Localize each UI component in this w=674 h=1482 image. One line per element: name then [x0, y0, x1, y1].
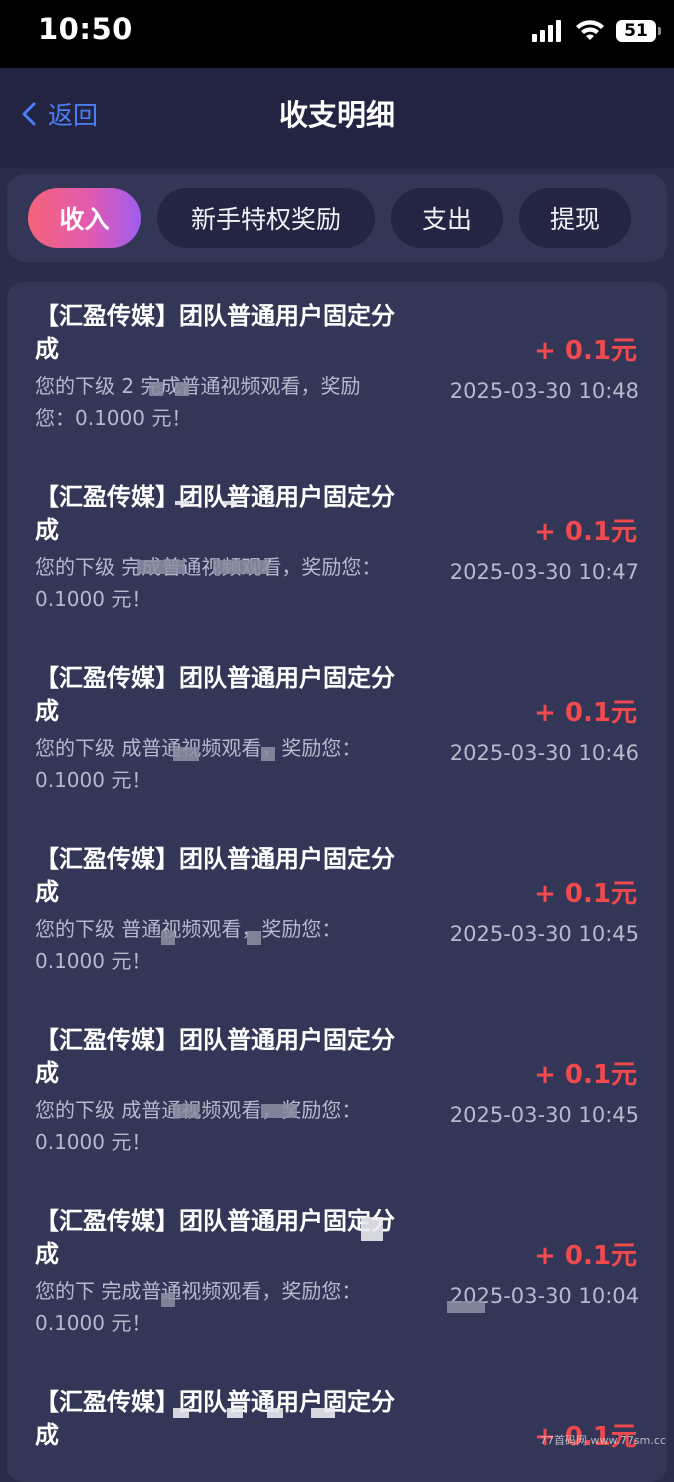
record-description: 您的下级 2 完成普通视频观看，奖励您：0.1000 元！ [35, 370, 395, 434]
list-item[interactable]: 【汇盈传媒】团队普通用户固定分成 您的下 完成普通视频观看，奖励您：0.1000… [7, 1187, 667, 1368]
record-title: 【汇盈传媒】团队普通用户固定分成 [35, 1205, 395, 1271]
record-time: 2025-03-30 10:46 [450, 741, 639, 765]
status-bar: 10:50 51 [0, 0, 674, 68]
privacy-mask [175, 382, 189, 396]
privacy-mask [361, 1217, 383, 1241]
list-item[interactable]: 【汇盈传媒】团队普通用户固定分成 您的下级 普通视频观看，奖励您：0.1000 … [7, 825, 667, 1006]
privacy-mask [447, 1301, 485, 1313]
record-list: 【汇盈传媒】团队普通用户固定分成 您的下级 2 完成普通视频观看，奖励您：0.1… [7, 282, 667, 1482]
privacy-mask [261, 747, 275, 761]
privacy-mask [223, 501, 237, 505]
list-item[interactable]: 【汇盈传媒】团队普通用户固定分成 您的下级 完成普通视频观看，奖励您：0.100… [7, 463, 667, 644]
nav-bar: 返回 收支明细 [0, 68, 674, 168]
list-item[interactable]: 【汇盈传媒】团队普通用户固定分成 您的下级 2 完成普通视频观看，奖励您：0.1… [7, 282, 667, 463]
record-time: 2025-03-30 10:47 [450, 560, 639, 584]
record-amount: + 0.1元 [534, 1235, 637, 1272]
record-title: 【汇盈传媒】团队普通用户固定分成 [35, 481, 395, 547]
record-time: 2025-03-30 10:45 [450, 922, 639, 946]
privacy-mask [227, 1408, 243, 1418]
page-title: 收支明细 [0, 92, 674, 134]
record-amount: + 0.1元 [534, 511, 637, 548]
record-amount: + 0.1元 [534, 692, 637, 729]
privacy-mask [161, 931, 175, 945]
record-title: 【汇盈传媒】团队普通用户固定分成 [35, 843, 395, 909]
battery-icon: 51 [616, 20, 656, 42]
record-title: 【汇盈传媒】团队普通用户固定分成 [35, 1024, 395, 1090]
tab-income[interactable]: 收入 [28, 188, 141, 248]
tab-withdraw[interactable]: 提现 [519, 188, 631, 248]
list-item[interactable]: 【汇盈传媒】团队普通用户固定分成 + 0.1元 [7, 1368, 667, 1482]
privacy-mask [175, 501, 189, 505]
watermark: 77首码网 www.77sm.cc [540, 1432, 666, 1448]
privacy-mask [173, 1408, 189, 1418]
privacy-mask [173, 1104, 199, 1118]
wifi-icon [576, 20, 604, 42]
status-icons: 51 [532, 18, 656, 44]
signal-icon [532, 20, 564, 42]
privacy-mask [161, 1293, 175, 1307]
privacy-mask [137, 560, 185, 574]
record-time: 2025-03-30 10:45 [450, 1103, 639, 1127]
tab-bar: 收入 新手特权奖励 支出 提现 [7, 174, 667, 262]
record-title: 【汇盈传媒】团队普通用户固定分成 [35, 662, 395, 728]
record-description: 您的下级 成普通视频观看，奖励您：0.1000 元！ [35, 1094, 395, 1158]
record-description: 您的下 完成普通视频观看，奖励您：0.1000 元！ [35, 1275, 395, 1339]
privacy-mask [261, 1104, 297, 1118]
privacy-mask [173, 747, 199, 761]
privacy-mask [247, 931, 261, 945]
list-item[interactable]: 【汇盈传媒】团队普通用户固定分成 您的下级 成普通视频观看，奖励您：0.1000… [7, 1006, 667, 1187]
privacy-mask [311, 1408, 335, 1418]
tab-expense[interactable]: 支出 [391, 188, 503, 248]
privacy-mask [267, 1408, 283, 1418]
record-description: 您的下级 普通视频观看，奖励您：0.1000 元！ [35, 913, 395, 977]
privacy-mask [149, 382, 163, 396]
record-title: 【汇盈传媒】团队普通用户固定分成 [35, 1386, 395, 1452]
record-description: 您的下级 成普通视频观看，奖励您：0.1000 元！ [35, 732, 395, 796]
record-time: 2025-03-30 10:48 [450, 379, 639, 403]
record-amount: + 0.1元 [534, 873, 637, 910]
status-time: 10:50 [38, 12, 133, 46]
privacy-mask [213, 560, 269, 574]
list-item[interactable]: 【汇盈传媒】团队普通用户固定分成 您的下级 成普通视频观看，奖励您：0.1000… [7, 644, 667, 825]
record-amount: + 0.1元 [534, 330, 637, 367]
record-title: 【汇盈传媒】团队普通用户固定分成 [35, 300, 395, 366]
record-amount: + 0.1元 [534, 1054, 637, 1091]
tab-newbie-reward[interactable]: 新手特权奖励 [157, 188, 375, 248]
